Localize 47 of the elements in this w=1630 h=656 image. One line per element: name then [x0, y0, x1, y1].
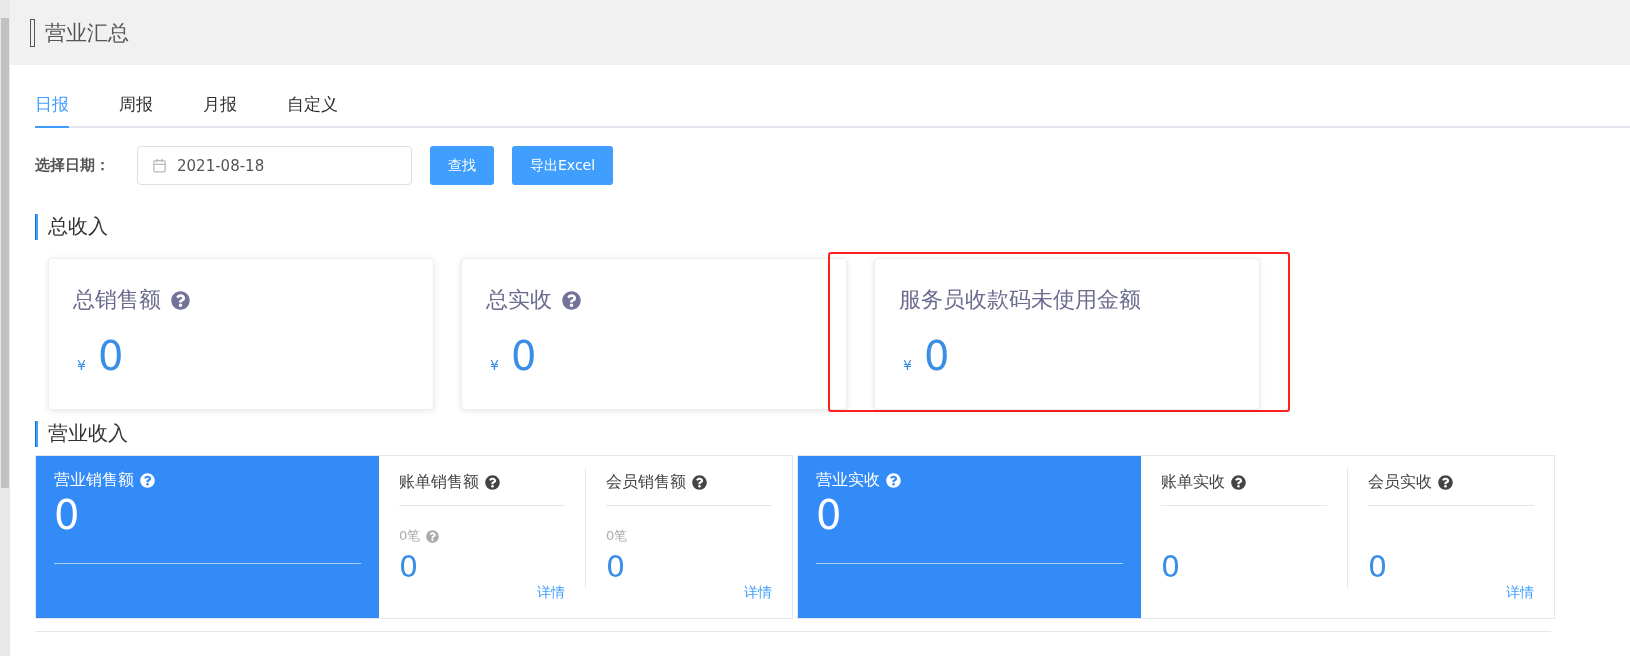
stat-value: 0 [54, 491, 81, 539]
stat-value: 0 [1161, 549, 1182, 584]
section-title: 营业收入 [48, 420, 128, 447]
title-bar-mark [30, 18, 35, 47]
calendar-icon [152, 158, 167, 173]
currency-sign: ¥ [77, 357, 86, 373]
date-field[interactable]: 2021-08-18 [137, 146, 412, 185]
page-title: 营业汇总 [45, 19, 129, 47]
tab[interactable]: 日报 [35, 87, 69, 128]
help-icon[interactable] [1438, 475, 1453, 490]
help-icon[interactable] [171, 290, 190, 310]
help-icon[interactable] [692, 475, 707, 490]
tab[interactable]: 周报 [119, 87, 153, 128]
section-mark [35, 213, 38, 240]
help-icon[interactable] [562, 290, 581, 310]
currency-sign: ¥ [903, 357, 912, 373]
stat-title: 账单实收 [1161, 472, 1225, 493]
order-count: 0笔 [606, 527, 628, 545]
card-value: 0 [97, 333, 124, 379]
stat-title: 会员销售额 [606, 472, 686, 493]
card-title: 总实收 [486, 286, 552, 314]
tab[interactable]: 月报 [203, 87, 237, 128]
stat-title: 营业实收 [816, 470, 880, 491]
help-icon[interactable] [1231, 475, 1246, 490]
card-value: 0 [923, 333, 950, 379]
card-title: 服务员收款码未使用金额 [899, 286, 1141, 314]
section-title: 总收入 [48, 213, 108, 240]
date-label: 选择日期： [35, 156, 111, 175]
detail-link[interactable]: 详情 [537, 584, 565, 602]
stat-title: 营业销售额 [54, 470, 134, 491]
stat-value: 0 [606, 549, 627, 584]
order-count: 0笔 [399, 527, 421, 545]
action-button[interactable]: 导出Excel [512, 146, 614, 185]
stat-title: 会员实收 [1368, 472, 1432, 493]
stat-value: 0 [399, 549, 420, 584]
detail-link[interactable]: 详情 [744, 584, 772, 602]
stat-title: 账单销售额 [399, 472, 479, 493]
card-title: 总销售额 [73, 286, 161, 314]
tab[interactable]: 自定义 [287, 87, 338, 128]
currency-sign: ¥ [490, 357, 499, 373]
help-icon[interactable] [485, 475, 500, 490]
stat-value: 0 [816, 491, 843, 539]
detail-link[interactable]: 详情 [1506, 584, 1534, 602]
stat-value: 0 [1368, 549, 1389, 584]
section-mark [35, 420, 38, 447]
card-value: 0 [510, 333, 537, 379]
action-button[interactable]: 查找 [430, 146, 494, 185]
